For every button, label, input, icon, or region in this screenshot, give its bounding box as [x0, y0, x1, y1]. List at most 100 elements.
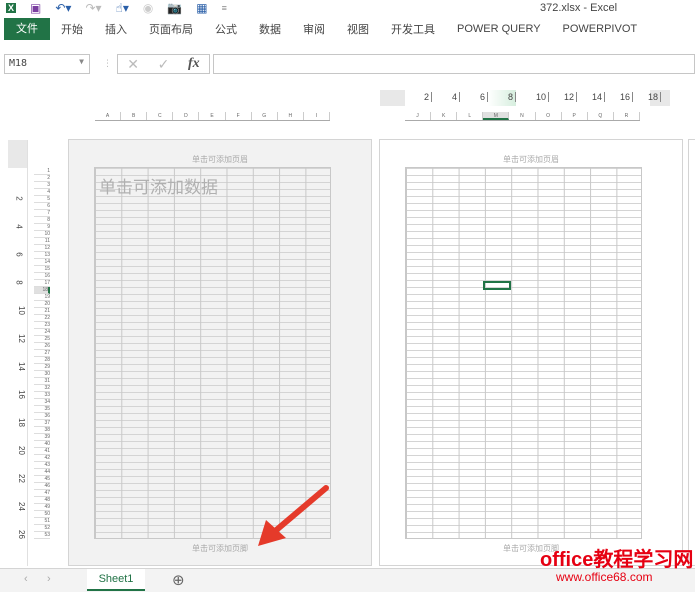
row-number[interactable]: 15 — [34, 266, 50, 273]
row-number[interactable]: 33 — [34, 392, 50, 399]
column-header[interactable]: P — [562, 112, 588, 120]
column-header[interactable]: D — [173, 112, 200, 120]
tab-powerpivot[interactable]: POWERPIVOT — [552, 23, 649, 35]
row-number[interactable]: 25 — [34, 336, 50, 343]
row-number[interactable]: 39 — [34, 434, 50, 441]
row-number[interactable]: 30 — [34, 371, 50, 378]
undo-icon[interactable]: ↶▾ — [55, 1, 71, 15]
row-number[interactable]: 4 — [34, 189, 50, 196]
row-number[interactable]: 28 — [34, 357, 50, 364]
tab-review[interactable]: 审阅 — [292, 21, 336, 37]
row-number[interactable]: 7 — [34, 210, 50, 217]
row-number[interactable]: 36 — [34, 413, 50, 420]
row-number[interactable]: 52 — [34, 525, 50, 532]
tab-formulas[interactable]: 公式 — [204, 21, 248, 37]
sheet-nav-next-icon[interactable]: › — [47, 573, 51, 585]
row-number[interactable]: 37 — [34, 420, 50, 427]
tab-insert[interactable]: 插入 — [94, 21, 138, 37]
row-number[interactable]: 24 — [34, 329, 50, 336]
row-number[interactable]: 1 — [34, 168, 50, 175]
formula-bar-grip-icon[interactable]: ⋮ — [103, 58, 112, 69]
row-number[interactable]: 46 — [34, 483, 50, 490]
row-number[interactable]: 2 — [34, 175, 50, 182]
row-number[interactable]: 48 — [34, 497, 50, 504]
row-number[interactable]: 8 — [34, 217, 50, 224]
tab-data[interactable]: 数据 — [248, 21, 292, 37]
column-header[interactable]: M — [483, 112, 510, 120]
data-placeholder[interactable]: 单击可添加数据 — [99, 173, 218, 198]
row-number[interactable]: 40 — [34, 441, 50, 448]
insert-function-icon[interactable]: fx — [188, 56, 200, 72]
row-number[interactable]: 10 — [34, 231, 50, 238]
tab-power-query[interactable]: POWER QUERY — [446, 23, 552, 35]
row-number[interactable]: 21 — [34, 308, 50, 315]
column-header[interactable]: B — [121, 112, 148, 120]
page-grid[interactable] — [405, 167, 642, 539]
add-sheet-icon[interactable]: ⊕ — [172, 571, 185, 589]
enter-icon[interactable]: ✓ — [158, 56, 170, 73]
column-header[interactable]: E — [199, 112, 226, 120]
tab-page-layout[interactable]: 页面布局 — [138, 21, 204, 37]
column-header[interactable]: Q — [588, 112, 614, 120]
redo-icon[interactable]: ↷▾ — [85, 1, 101, 15]
row-number[interactable]: 45 — [34, 476, 50, 483]
row-number[interactable]: 41 — [34, 448, 50, 455]
touch-mode-icon[interactable]: ☝▾ — [116, 1, 129, 15]
row-number[interactable]: 18 — [34, 287, 50, 294]
row-number[interactable]: 9 — [34, 224, 50, 231]
header-placeholder[interactable]: 单击可添加页眉 — [69, 154, 371, 165]
row-number[interactable]: 50 — [34, 511, 50, 518]
tab-home[interactable]: 开始 — [50, 21, 94, 37]
row-number[interactable]: 32 — [34, 385, 50, 392]
row-number[interactable]: 12 — [34, 245, 50, 252]
column-header[interactable]: A — [95, 112, 122, 120]
row-number[interactable]: 3 — [34, 182, 50, 189]
row-number[interactable]: 23 — [34, 322, 50, 329]
column-header[interactable]: K — [431, 112, 458, 120]
row-number[interactable]: 16 — [34, 273, 50, 280]
column-header[interactable]: N — [509, 112, 536, 120]
row-number[interactable]: 49 — [34, 504, 50, 511]
tab-developer[interactable]: 开发工具 — [380, 21, 446, 37]
column-header[interactable]: F — [226, 112, 252, 120]
customize-icon[interactable]: ≡ — [222, 3, 227, 13]
column-header[interactable]: O — [536, 112, 562, 120]
column-header[interactable]: L — [457, 112, 484, 120]
header-placeholder[interactable]: 单击可添加页眉 — [380, 154, 682, 165]
chevron-down-icon[interactable]: ▼ — [79, 57, 84, 66]
column-header[interactable]: I — [304, 112, 330, 120]
record-icon[interactable]: ◉ — [143, 1, 153, 15]
column-header[interactable]: G — [252, 112, 278, 120]
row-number[interactable]: 53 — [34, 532, 50, 539]
name-box[interactable]: M18 ▼ — [4, 54, 90, 74]
row-number[interactable]: 42 — [34, 455, 50, 462]
row-number[interactable]: 44 — [34, 469, 50, 476]
sheet-tab-sheet1[interactable]: Sheet1 — [87, 569, 145, 591]
row-number[interactable]: 6 — [34, 203, 50, 210]
cancel-icon[interactable]: ✕ — [127, 56, 139, 73]
camera-icon[interactable]: 📷 — [167, 1, 182, 15]
row-number[interactable]: 14 — [34, 259, 50, 266]
row-number[interactable]: 34 — [34, 399, 50, 406]
column-header[interactable]: H — [278, 112, 304, 120]
column-header[interactable]: C — [147, 112, 174, 120]
row-number[interactable]: 13 — [34, 252, 50, 259]
selected-cell[interactable] — [483, 281, 511, 290]
row-number[interactable]: 11 — [34, 238, 50, 245]
sheet-nav-prev-icon[interactable]: ‹ — [24, 573, 28, 585]
column-header[interactable]: R — [614, 112, 640, 120]
row-number[interactable]: 43 — [34, 462, 50, 469]
row-number[interactable]: 17 — [34, 280, 50, 287]
row-number[interactable]: 35 — [34, 406, 50, 413]
tab-view[interactable]: 视图 — [336, 21, 380, 37]
column-header[interactable]: J — [405, 112, 432, 120]
row-number[interactable]: 29 — [34, 364, 50, 371]
row-number[interactable]: 51 — [34, 518, 50, 525]
row-number[interactable]: 19 — [34, 294, 50, 301]
formula-input[interactable] — [213, 54, 695, 74]
row-number[interactable]: 22 — [34, 315, 50, 322]
row-number[interactable]: 27 — [34, 350, 50, 357]
row-number[interactable]: 31 — [34, 378, 50, 385]
row-number[interactable]: 5 — [34, 196, 50, 203]
save-icon[interactable]: ▣ — [30, 1, 41, 15]
